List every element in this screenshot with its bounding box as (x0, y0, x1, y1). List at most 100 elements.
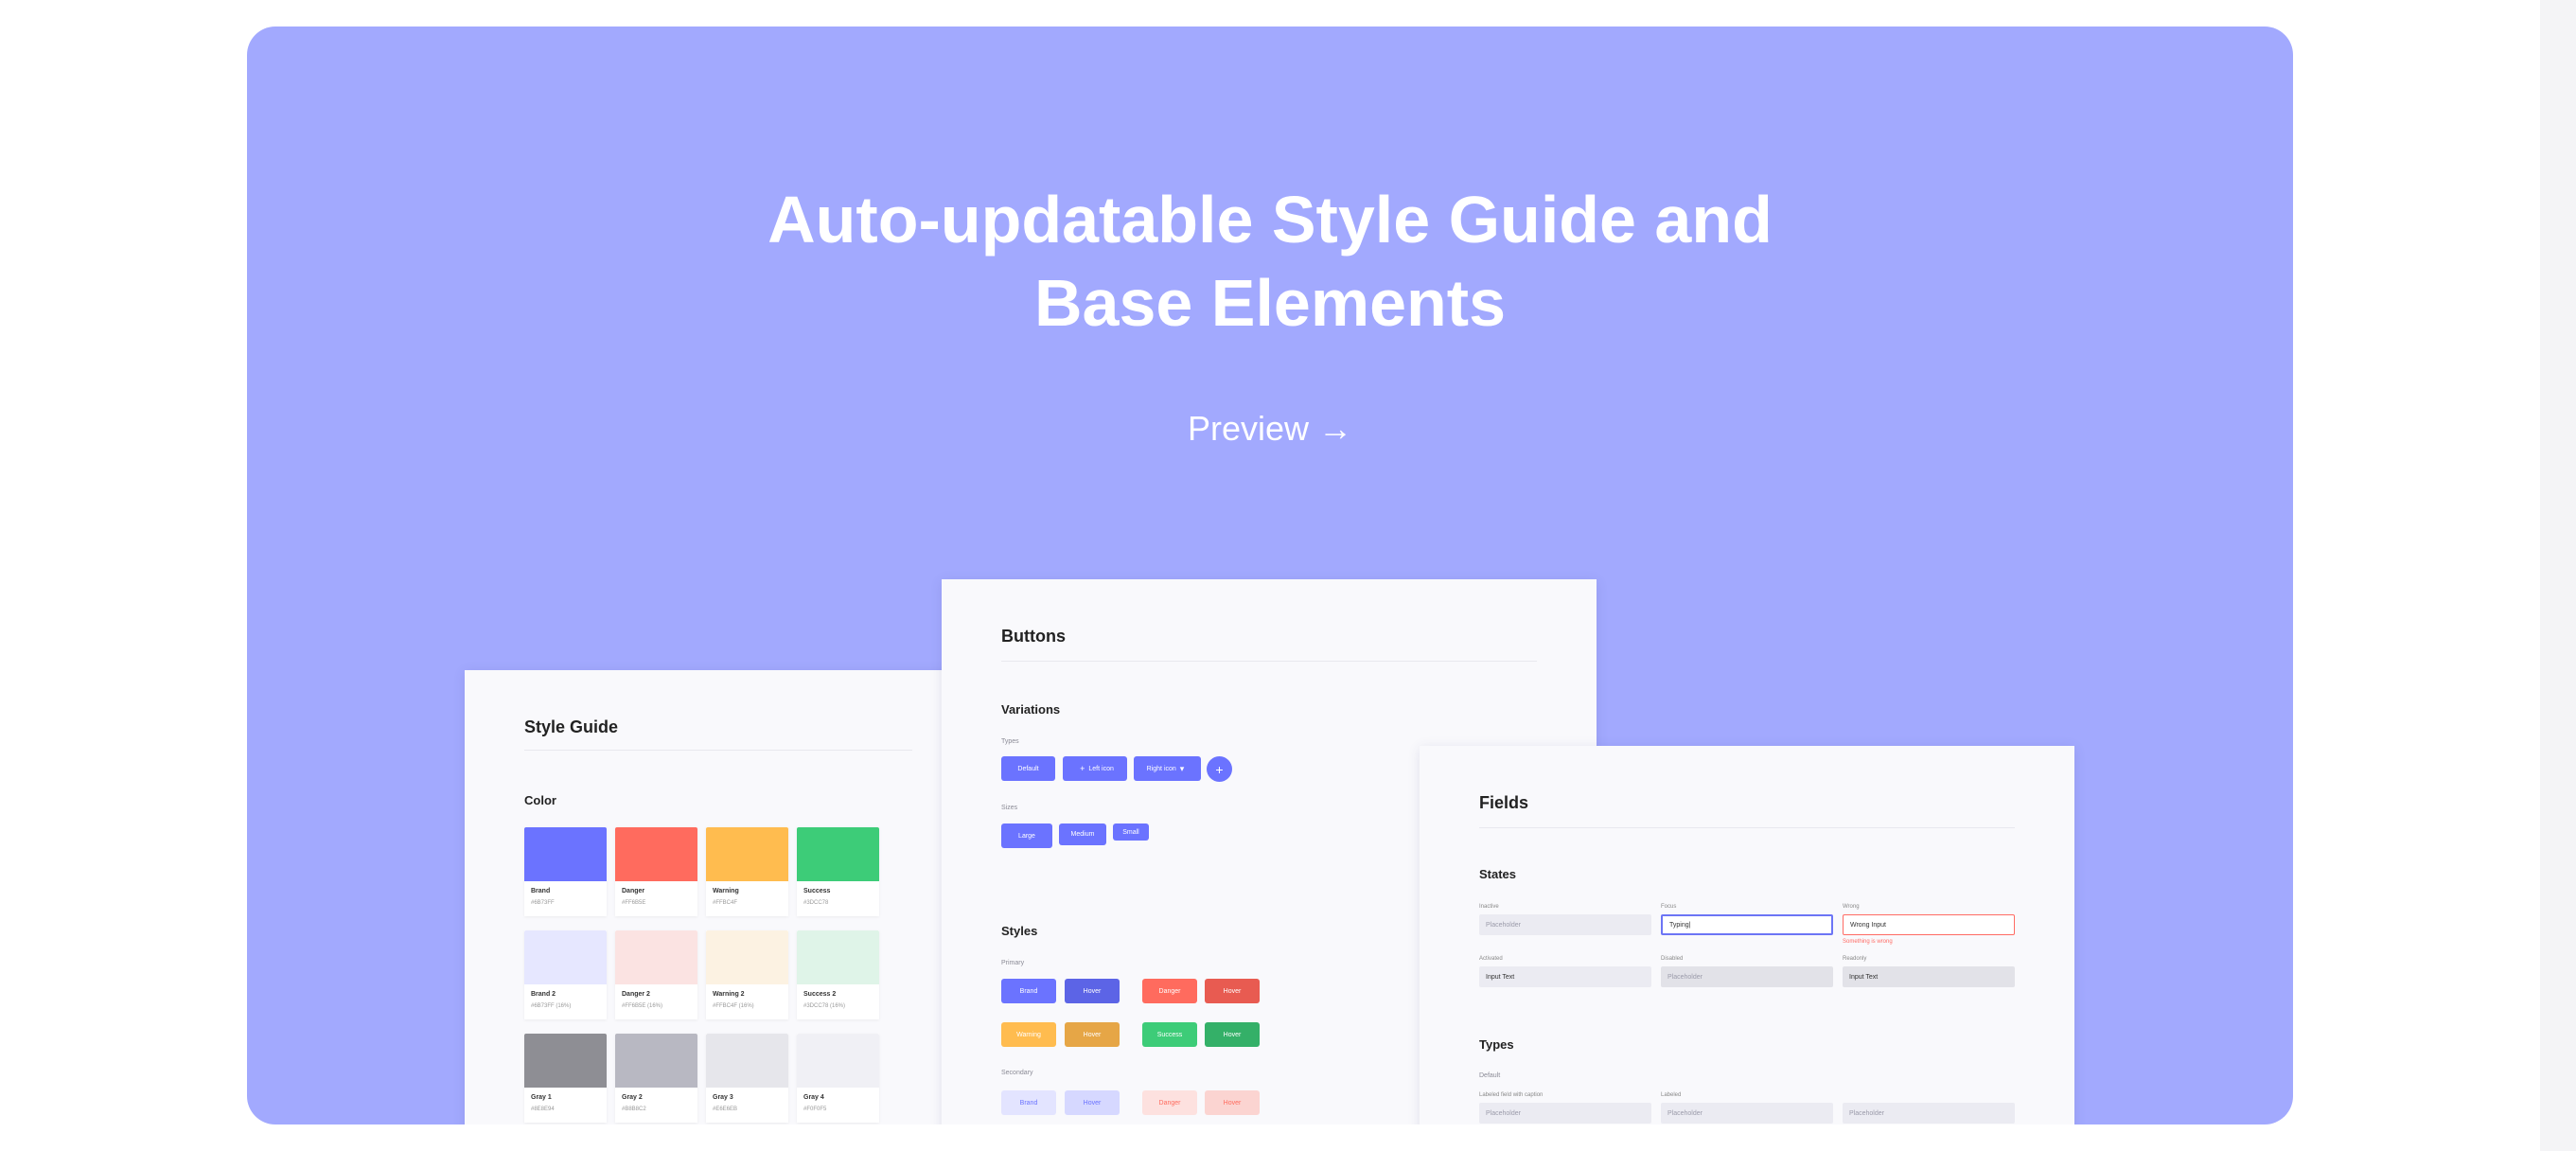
hero-title-line-2: Base Elements (1033, 266, 1507, 340)
brand-button[interactable]: Brand (1001, 979, 1056, 1003)
danger-secondary-hover-button[interactable]: Hover (1205, 1090, 1260, 1115)
preview-link[interactable]: Preview → (247, 405, 2293, 452)
left-icon-button[interactable]: + Left icon (1063, 756, 1127, 781)
large-button[interactable]: Large (1001, 823, 1052, 848)
focus-label: Focus (1661, 904, 1677, 910)
caret-down-icon: ▾ (1179, 763, 1185, 773)
swatch-color (706, 827, 788, 881)
types-title: Types (1479, 1037, 1514, 1052)
inactive-field[interactable]: Placeholder (1479, 914, 1651, 935)
swatch-name: Gray 2 (622, 1094, 643, 1101)
style-guide-title: Style Guide (524, 717, 619, 736)
color-swatch: Success #3DCC78 (797, 827, 879, 916)
warning-button[interactable]: Warning (1001, 1022, 1056, 1047)
brand-secondary-hover-button[interactable]: Hover (1065, 1090, 1120, 1115)
swatch-color (706, 930, 788, 984)
swatch-name: Brand 2 (531, 991, 556, 998)
readonly-label: Readonly (1843, 956, 1867, 962)
color-swatch: Gray 3 #E6E6EB (706, 1034, 788, 1123)
swatch-name: Gray 3 (713, 1094, 733, 1101)
swatch-hex: #FF6B5E (622, 900, 646, 906)
default-button[interactable]: Default (1001, 756, 1055, 781)
styles-title: Styles (1001, 924, 1038, 938)
color-swatch: Danger #FF6B5E (615, 827, 697, 916)
swatch-color (524, 1034, 607, 1088)
hero-title: Auto-updatable Style Guide and Base Elem… (247, 178, 2293, 345)
swatch-hex: #8E8E94 (531, 1107, 555, 1112)
color-swatch: Gray 4 #F0F0F5 (797, 1034, 879, 1123)
swatch-hex: #3DCC78 (16%) (803, 1003, 846, 1009)
types-label: Types (1001, 738, 1019, 745)
color-swatch: Brand 2 #6B73FF (16%) (524, 930, 607, 1019)
swatch-name: Gray 4 (803, 1094, 824, 1101)
plus-icon: + (1080, 764, 1085, 773)
color-swatch: Gray 1 #8E8E94 (524, 1034, 607, 1123)
wrong-field[interactable]: Wrong Input (1843, 914, 2015, 935)
success-button[interactable]: Success (1142, 1022, 1197, 1047)
swatch-color (797, 1034, 879, 1088)
color-swatch: Warning #FFBC4F (706, 827, 788, 916)
color-section-title: Color (524, 793, 556, 807)
labeled-caption-field[interactable]: Placeholder (1479, 1103, 1651, 1124)
swatch-color (524, 930, 607, 984)
swatch-hex: #F0F0F5 (803, 1107, 827, 1112)
swatch-name: Warning (713, 888, 739, 894)
swatch-hex: #3DCC78 (803, 900, 829, 906)
buttons-title: Buttons (1001, 627, 1066, 646)
color-swatch: Brand #6B73FF (524, 827, 607, 916)
hero-title-line-1: Auto-updatable Style Guide and (768, 183, 1773, 257)
activated-field[interactable]: Input Text (1479, 966, 1651, 987)
activated-label: Activated (1479, 956, 1503, 962)
color-swatch: Gray 2 #B8B8C2 (615, 1034, 697, 1123)
default-label: Default (1479, 1072, 1501, 1079)
plus-round-button[interactable]: + (1207, 756, 1232, 782)
danger-secondary-button[interactable]: Danger (1142, 1090, 1197, 1115)
warning-hover-button[interactable]: Hover (1065, 1022, 1120, 1047)
preview-label: Preview (1187, 409, 1310, 448)
swatch-hex: #FFBC4F (16%) (713, 1003, 754, 1009)
brand-secondary-button[interactable]: Brand (1001, 1090, 1056, 1115)
swatch-name: Gray 1 (531, 1094, 552, 1101)
swatch-hex: #FFBC4F (713, 900, 738, 906)
error-message: Something is wrong (1843, 939, 1893, 945)
swatch-color (615, 827, 697, 881)
swatch-color (706, 1034, 788, 1088)
sizes-label: Sizes (1001, 805, 1018, 811)
swatch-color (524, 827, 607, 881)
swatch-hex: #E6E6EB (713, 1107, 738, 1112)
danger-button[interactable]: Danger (1142, 979, 1197, 1003)
divider (1479, 827, 2015, 828)
swatch-hex: #6B73FF (16%) (531, 1003, 572, 1009)
disabled-field: Placeholder (1661, 966, 1833, 987)
swatch-name: Danger 2 (622, 991, 650, 998)
divider (1001, 661, 1537, 662)
labeled-label: Labeled (1661, 1092, 1682, 1098)
fields-title: Fields (1479, 793, 1529, 812)
medium-button[interactable]: Medium (1059, 823, 1106, 845)
color-swatch: Success 2 #3DCC78 (16%) (797, 930, 879, 1019)
swatch-name: Warning 2 (713, 991, 745, 998)
small-button[interactable]: Small (1113, 823, 1149, 841)
swatch-color (615, 1034, 697, 1088)
danger-hover-button[interactable]: Hover (1205, 979, 1260, 1003)
focus-field[interactable]: Typing| (1661, 914, 1833, 935)
page-scrollbar[interactable] (2540, 0, 2576, 1151)
labeled-field[interactable]: Placeholder (1661, 1103, 1833, 1124)
color-swatch: Warning 2 #FFBC4F (16%) (706, 930, 788, 1019)
arrow-right-icon: → (1318, 409, 1353, 448)
right-icon-button[interactable]: Right icon ▾ (1134, 756, 1201, 781)
wrong-label: Wrong (1843, 904, 1860, 910)
states-title: States (1479, 867, 1517, 881)
brand-hover-button[interactable]: Hover (1065, 979, 1120, 1003)
swatch-name: Success (803, 888, 831, 894)
fields-card: Fields States Inactive Placeholder Focus… (1420, 746, 2074, 1124)
disabled-label: Disabled (1661, 956, 1684, 962)
plain-field[interactable]: Placeholder (1843, 1103, 2015, 1124)
style-guide-card: Style Guide Color Brand #6B73FF Danger #FF6… (465, 670, 976, 1124)
inactive-label: Inactive (1479, 904, 1499, 910)
divider (524, 750, 912, 751)
swatch-hex: #FF6B5E (16%) (622, 1003, 663, 1009)
variations-title: Variations (1001, 702, 1061, 717)
secondary-label: Secondary (1001, 1070, 1033, 1076)
success-hover-button[interactable]: Hover (1205, 1022, 1260, 1047)
